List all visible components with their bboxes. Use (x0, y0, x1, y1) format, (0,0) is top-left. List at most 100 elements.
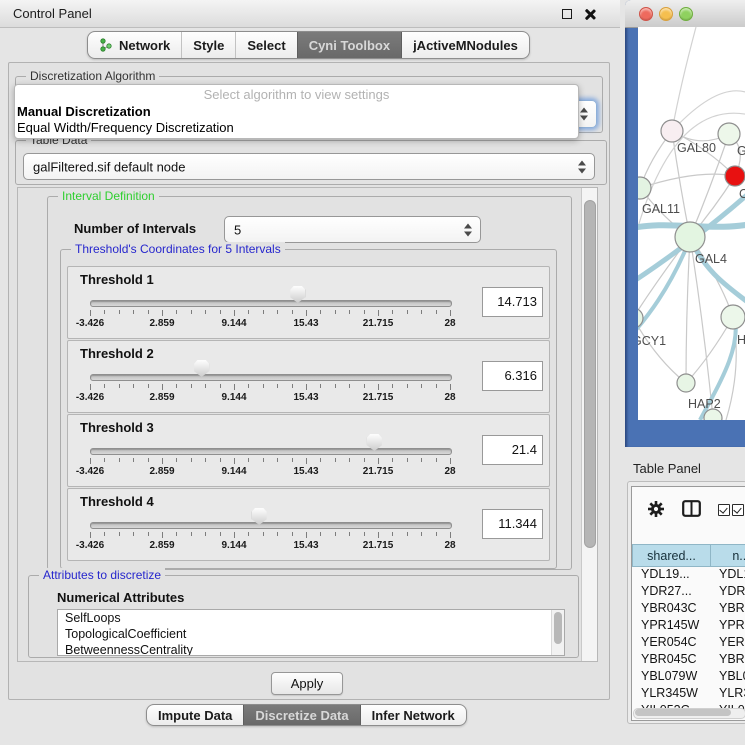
slider-tick (421, 310, 422, 314)
gear-icon[interactable] (647, 500, 665, 518)
slider-tick (436, 532, 437, 536)
number-of-intervals-combobox[interactable]: 5 (224, 216, 481, 243)
threshold-3-panel: Threshold 3 -3.4262.8599.14415.4321.7152… (67, 414, 550, 487)
slider-tick-label: 15.43 (276, 466, 336, 477)
table-row[interactable]: YDL19...YDL1 (632, 567, 745, 584)
table-cell[interactable]: YPR145W (632, 618, 711, 635)
table-cell[interactable]: YBL079W (632, 669, 711, 686)
network-node-GAL80[interactable] (661, 120, 683, 142)
threshold-4-value-field[interactable]: 11.344 (482, 509, 543, 539)
slider-tick (364, 458, 365, 462)
vertical-scrollbar-thumb[interactable] (584, 200, 596, 548)
close-icon[interactable] (584, 9, 595, 20)
threshold-1-slider-track[interactable] (90, 300, 452, 307)
slider-tick (378, 458, 379, 464)
threshold-2-label: Threshold 2 (80, 346, 154, 361)
checkbox-checked-icon[interactable] (718, 504, 730, 516)
list-scrollbar[interactable] (551, 610, 564, 655)
table-cell[interactable]: YBR043C (632, 601, 711, 618)
threshold-2-slider-track[interactable] (90, 374, 452, 381)
slider-tick (133, 458, 134, 462)
table-toolbar (632, 487, 745, 543)
vertical-scrollbar[interactable] (581, 188, 597, 661)
thresholds-section: Threshold's Coordinates for 5 Intervals … (60, 249, 557, 569)
network-canvas[interactable]: GAL80GACGAL11GAL4GCY1HHAP2 (638, 27, 745, 420)
table-cell[interactable]: YLR345W (632, 686, 711, 703)
table-cell[interactable]: YBR045C (632, 652, 711, 669)
slider-tick (306, 384, 307, 390)
zoom-traffic-light[interactable] (679, 7, 693, 21)
tab-select[interactable]: Select (235, 32, 296, 58)
table-cell[interactable]: YBR0 (711, 652, 745, 669)
slider-tick (364, 532, 365, 536)
network-node-C[interactable] (725, 166, 745, 186)
network-window-titlebar[interactable] (625, 0, 745, 28)
table-row[interactable]: YBR043CYBR0 (632, 601, 745, 618)
table-cell[interactable]: YDL1 (711, 567, 745, 584)
column-header-name[interactable]: n... (711, 544, 745, 567)
tab-discretize-data[interactable]: Discretize Data (243, 705, 359, 725)
column-header-shared-name[interactable]: shared... (632, 544, 711, 567)
table-cell[interactable]: YDR2 (711, 584, 745, 601)
tab-cyni-toolbox[interactable]: Cyni Toolbox (297, 32, 401, 58)
slider-tick (191, 532, 192, 536)
slider-tick-label: 15.43 (276, 540, 336, 551)
slider-tick (378, 384, 379, 390)
network-node-GAL4[interactable] (675, 222, 705, 252)
network-edge (672, 27, 696, 131)
control-panel: Control Panel Network Style Select (0, 0, 620, 745)
slider-tick (450, 532, 451, 538)
horizontal-scrollbar-thumb[interactable] (635, 709, 731, 716)
table-row[interactable]: YLR345WYLR3 (632, 686, 745, 703)
table-cell[interactable]: YPR1 (711, 618, 745, 635)
attribute-item[interactable]: SelfLoops (58, 610, 564, 626)
attribute-item[interactable]: BetweennessCentrality (58, 642, 564, 656)
table-cell[interactable]: YLR3 (711, 686, 745, 703)
table-row[interactable]: YBR045CYBR0 (632, 652, 745, 669)
dropdown-option-equal-width-frequency[interactable]: Equal Width/Frequency Discretization (15, 120, 578, 136)
slider-tick (263, 384, 264, 388)
table-cell[interactable]: YER054C (632, 635, 711, 652)
network-node-H[interactable] (721, 305, 745, 329)
close-traffic-light[interactable] (639, 7, 653, 21)
list-scrollbar-thumb[interactable] (554, 612, 562, 644)
threshold-2-value-field[interactable]: 6.316 (482, 361, 543, 391)
tab-jactivemnodules[interactable]: jActiveMNodules (401, 32, 529, 58)
table-row[interactable]: YER054CYER0 (632, 635, 745, 652)
tab-infer-network[interactable]: Infer Network (360, 705, 466, 725)
tab-style[interactable]: Style (181, 32, 235, 58)
slider-tick (104, 458, 105, 462)
tab-impute-data[interactable]: Impute Data (147, 705, 243, 725)
attribute-item[interactable]: TopologicalCoefficient (58, 626, 564, 642)
slider-tick (162, 532, 163, 538)
network-node-GA[interactable] (718, 123, 740, 145)
horizontal-scrollbar[interactable] (633, 708, 745, 719)
threshold-3-value-field[interactable]: 21.4 (482, 435, 543, 465)
slider-tick (335, 458, 336, 462)
table-cell[interactable]: YER0 (711, 635, 745, 652)
table-row[interactable]: YBL079WYBL0 (632, 669, 745, 686)
tab-network[interactable]: Network (88, 32, 181, 58)
float-window-icon[interactable] (562, 9, 572, 19)
table-cell[interactable]: YDR27... (632, 584, 711, 601)
network-node-label: GAL4 (695, 252, 727, 266)
dropdown-option-manual-discretization[interactable]: Manual Discretization (15, 104, 578, 120)
table-row[interactable]: YPR145WYPR1 (632, 618, 745, 635)
numerical-attributes-list[interactable]: SelfLoopsTopologicalCoefficientBetweenne… (57, 609, 565, 656)
table-row[interactable]: YDR27...YDR2 (632, 584, 745, 601)
table-data-combobox[interactable]: galFiltered.sif default node (23, 153, 595, 180)
table-cell[interactable]: YBR0 (711, 601, 745, 618)
slider-tick-label: 2.859 (132, 540, 192, 551)
checkbox-checked-icon[interactable] (732, 504, 744, 516)
minimize-traffic-light[interactable] (659, 7, 673, 21)
threshold-4-slider-track[interactable] (90, 522, 452, 529)
network-view-window[interactable]: GAL80GACGAL11GAL4GCY1HHAP2 (625, 0, 745, 447)
apply-button[interactable]: Apply (271, 672, 343, 695)
threshold-1-value-field[interactable]: 14.713 (482, 287, 543, 317)
table-cell[interactable]: YBL0 (711, 669, 745, 686)
table-cell[interactable]: YDL19... (632, 567, 711, 584)
slider-tick (378, 310, 379, 316)
split-columns-icon[interactable] (682, 500, 701, 517)
threshold-3-slider-track[interactable] (90, 448, 452, 455)
network-node-HAP2[interactable] (677, 374, 695, 392)
